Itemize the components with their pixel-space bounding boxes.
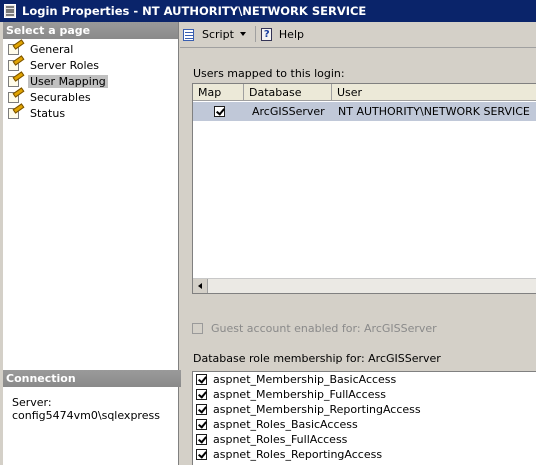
role-label: aspnet_Membership_ReportingAccess — [213, 403, 421, 416]
role-label: aspnet_Membership_BasicAccess — [213, 373, 397, 386]
help-label: Help — [278, 27, 304, 41]
list-item[interactable]: aspnet_Membership_FullAccess — [193, 387, 536, 402]
guest-account-label: Guest account enabled for: ArcGISServer — [211, 322, 437, 335]
window-icon — [4, 4, 16, 18]
script-label: Script — [202, 27, 234, 41]
map-cell[interactable] — [193, 102, 244, 121]
page-icon — [7, 55, 25, 72]
page-icon — [7, 71, 25, 88]
script-icon — [183, 27, 198, 42]
page-item-label: Server Roles — [30, 58, 100, 72]
page-icon — [7, 103, 25, 120]
page-icon — [7, 87, 25, 104]
page-item-securables[interactable]: Securables — [3, 87, 178, 105]
role-checkbox[interactable] — [196, 419, 207, 430]
window-title: Login Properties - NT AUTHORITY\NETWORK … — [22, 4, 367, 18]
column-header-map[interactable]: Map — [193, 84, 244, 101]
select-page-header: Select a page — [3, 22, 178, 39]
role-checkbox[interactable] — [196, 404, 207, 415]
horizontal-scrollbar[interactable] — [193, 278, 536, 293]
role-membership-list: aspnet_Membership_BasicAccess aspnet_Mem… — [192, 371, 536, 465]
role-checkbox[interactable] — [196, 374, 207, 385]
role-label: aspnet_Roles_FullAccess — [213, 433, 348, 446]
role-membership-label: Database role membership for: ArcGISServ… — [193, 352, 441, 365]
guest-account-option: Guest account enabled for: ArcGISServer — [192, 322, 437, 335]
list-item[interactable]: aspnet_Membership_ReportingAccess — [193, 402, 536, 417]
page-item-general[interactable]: General — [3, 39, 178, 57]
map-checkbox[interactable] — [214, 106, 225, 117]
guest-account-checkbox[interactable] — [192, 323, 203, 334]
page-item-server-roles[interactable]: Server Roles — [3, 55, 178, 73]
script-button[interactable]: Script — [180, 25, 253, 43]
left-pane: Select a page General Server Roles User … — [3, 22, 181, 465]
page-item-label: General — [30, 42, 74, 56]
help-button[interactable]: ? Help — [258, 25, 307, 43]
role-checkbox[interactable] — [196, 434, 207, 445]
page-item-user-mapping[interactable]: User Mapping — [3, 71, 178, 89]
users-mapped-label: Users mapped to this login: — [193, 67, 345, 80]
toolbar: Script ? Help — [180, 24, 307, 44]
role-label: aspnet_Roles_BasicAccess — [213, 418, 358, 431]
user-cell[interactable]: NT AUTHORITY\NETWORK SERVICE — [332, 102, 536, 121]
role-checkbox[interactable] — [196, 449, 207, 460]
server-value: config5474vm0\sqlexpress — [12, 409, 160, 422]
list-item[interactable]: aspnet_Roles_ReportingAccess — [193, 447, 536, 462]
page-item-label: User Mapping — [28, 74, 108, 88]
column-header-user[interactable]: User — [332, 84, 536, 101]
database-cell[interactable]: ArcGISServer — [244, 102, 332, 121]
page-item-label: Securables — [30, 90, 91, 104]
page-item-status[interactable]: Status — [3, 103, 178, 121]
column-header-database[interactable]: Database — [244, 84, 332, 101]
list-item[interactable]: aspnet_Roles_BasicAccess — [193, 417, 536, 432]
page-item-label: Status — [30, 106, 66, 120]
users-mapped-grid: Map Database User ArcGISServer NT AUTHOR… — [192, 83, 536, 294]
connection-header: Connection — [3, 370, 181, 387]
toolbar-separator — [254, 26, 256, 42]
list-item[interactable]: aspnet_Membership_BasicAccess — [193, 372, 536, 387]
page-icon — [7, 39, 25, 56]
table-row[interactable]: ArcGISServer NT AUTHORITY\NETWORK SERVIC… — [193, 102, 536, 121]
help-icon: ? — [260, 27, 275, 42]
role-label: aspnet_Roles_ReportingAccess — [213, 448, 383, 461]
title-bar[interactable]: Login Properties - NT AUTHORITY\NETWORK … — [0, 0, 536, 22]
scroll-left-icon[interactable] — [193, 279, 208, 293]
list-item[interactable]: aspnet_Roles_FullAccess — [193, 432, 536, 447]
server-label: Server: — [12, 396, 52, 409]
role-label: aspnet_Membership_FullAccess — [213, 388, 386, 401]
role-checkbox[interactable] — [196, 389, 207, 400]
toolbar-divider — [180, 47, 536, 48]
chevron-down-icon[interactable] — [239, 32, 246, 36]
page-list: General Server Roles User Mapping Secura… — [3, 39, 178, 121]
